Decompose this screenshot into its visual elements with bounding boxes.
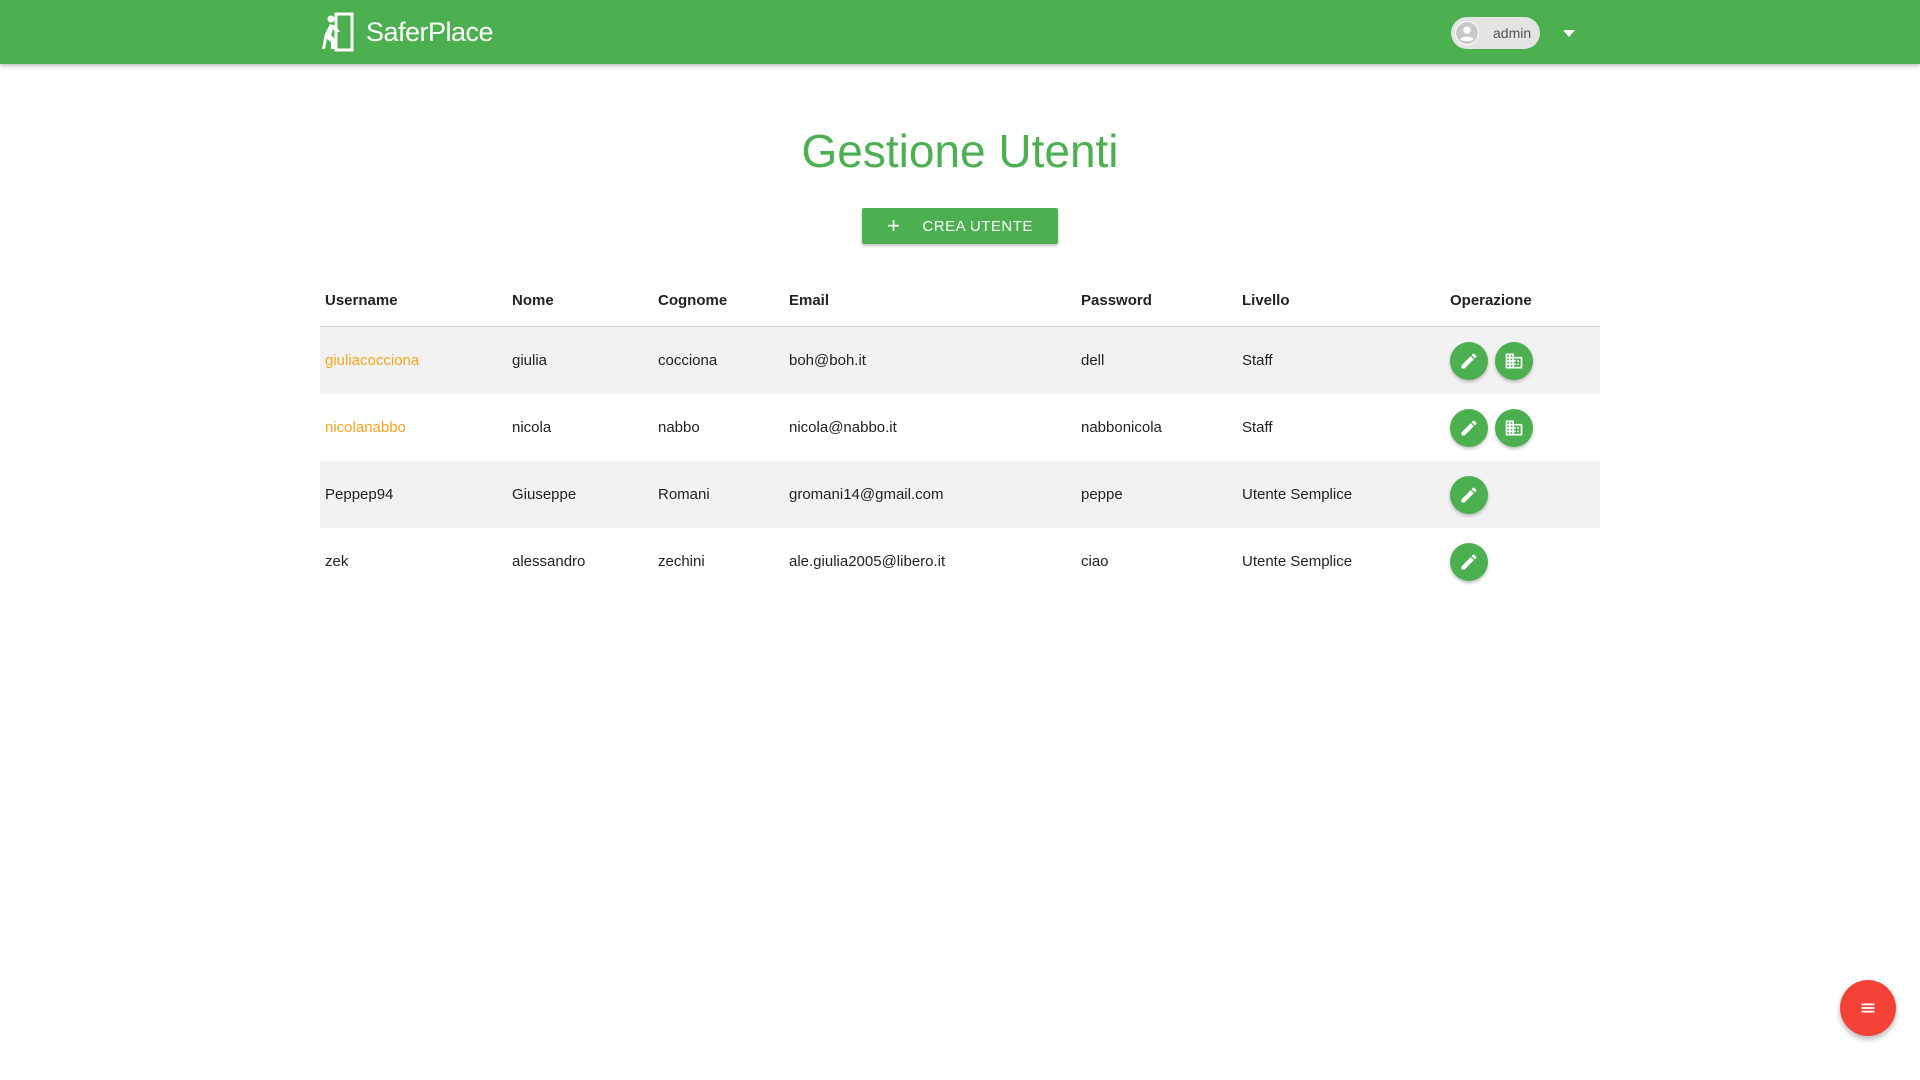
column-header-livello[interactable]: Livello: [1237, 274, 1445, 327]
username-cell[interactable]: nicolanabbo: [320, 394, 507, 461]
edit-user-button[interactable]: [1450, 542, 1488, 581]
user-name: admin: [1493, 25, 1532, 41]
livello-cell: Utente Semplice: [1242, 553, 1353, 570]
table-header-row: Username Nome Cognome Email Password Liv…: [320, 274, 1600, 327]
pencil-icon: [1461, 553, 1477, 569]
column-header-username[interactable]: Username: [320, 274, 507, 327]
operations-cell: [1445, 394, 1600, 461]
caret-down-icon[interactable]: [1562, 28, 1576, 38]
livello-cell: Utente Semplice: [1237, 461, 1445, 528]
account-circle-icon: [1455, 21, 1479, 45]
cognome-cell: cocciona: [653, 326, 784, 394]
password-cell: nabbonicola: [1081, 419, 1162, 436]
edit-user-button[interactable]: [1450, 408, 1488, 447]
table-row: giuliacocciona giulia cocciona boh@boh.i…: [320, 326, 1600, 394]
user-chip[interactable]: admin: [1451, 17, 1540, 49]
create-user-button[interactable]: + CREA UTENTE: [862, 208, 1058, 244]
table-row: zek alessandro zechini ale.giulia2005@li…: [320, 528, 1600, 595]
nome-cell: nicola: [512, 419, 552, 436]
cognome-cell: Romani: [653, 461, 784, 528]
column-header-cognome[interactable]: Cognome: [653, 274, 784, 327]
top-navbar: SaferPlace admin: [0, 0, 1920, 64]
livello-cell: Staff: [1242, 419, 1273, 436]
cognome-cell: zechini: [658, 553, 705, 570]
edit-user-button[interactable]: [1450, 341, 1488, 380]
password-cell: dell: [1076, 326, 1237, 394]
username-cell[interactable]: giuliacocciona: [320, 326, 507, 394]
manage-building-button[interactable]: [1495, 408, 1534, 447]
column-header-email[interactable]: Email: [784, 274, 1076, 327]
page-title: Gestione Utenti: [801, 125, 1119, 177]
nome-cell: alessandro: [512, 553, 586, 570]
operations-cell: [1445, 528, 1600, 595]
password-cell: peppe: [1076, 461, 1237, 528]
cognome-cell: nabbo: [658, 419, 700, 436]
table-row: Peppep94 Giuseppe Romani gromani14@gmail…: [320, 461, 1600, 528]
edit-user-button[interactable]: [1450, 475, 1488, 514]
create-user-label: CREA UTENTE: [922, 217, 1033, 235]
nome-cell: Giuseppe: [507, 461, 653, 528]
username-link[interactable]: giuliacocciona: [325, 352, 419, 369]
email-cell: nicola@nabbo.it: [789, 419, 897, 436]
password-cell: ciao: [1081, 553, 1109, 570]
pencil-icon: [1461, 486, 1477, 502]
users-table: Username Nome Cognome Email Password Liv…: [320, 274, 1600, 595]
livello-cell: Staff: [1237, 326, 1445, 394]
pencil-icon: [1461, 419, 1477, 435]
building-icon: [1505, 420, 1523, 435]
menu-fab-button[interactable]: [1840, 980, 1896, 1036]
brand[interactable]: SaferPlace: [322, 12, 494, 52]
column-header-password[interactable]: Password: [1076, 274, 1237, 327]
username-cell: Peppep94: [320, 461, 507, 528]
column-header-nome[interactable]: Nome: [507, 274, 653, 327]
brand-name: SaferPlace: [366, 16, 494, 47]
saferplace-logo-icon: [322, 12, 354, 52]
operations-cell: [1445, 461, 1600, 528]
email-cell: gromani14@gmail.com: [784, 461, 1076, 528]
operations-cell: [1445, 326, 1600, 394]
pencil-icon: [1461, 352, 1477, 368]
nome-cell: giulia: [507, 326, 653, 394]
manage-building-button[interactable]: [1495, 341, 1534, 380]
plus-icon: +: [887, 213, 901, 238]
username-cell: zek: [325, 553, 349, 570]
column-header-operazione: Operazione: [1445, 274, 1600, 327]
menu-icon: [1861, 1003, 1875, 1013]
email-cell: ale.giulia2005@libero.it: [789, 553, 946, 570]
building-icon: [1505, 353, 1523, 368]
table-row: nicolanabbo nicola nabbo nicola@nabbo.it…: [320, 394, 1600, 461]
username-link[interactable]: nicolanabbo: [325, 419, 406, 436]
email-cell: boh@boh.it: [784, 326, 1076, 394]
